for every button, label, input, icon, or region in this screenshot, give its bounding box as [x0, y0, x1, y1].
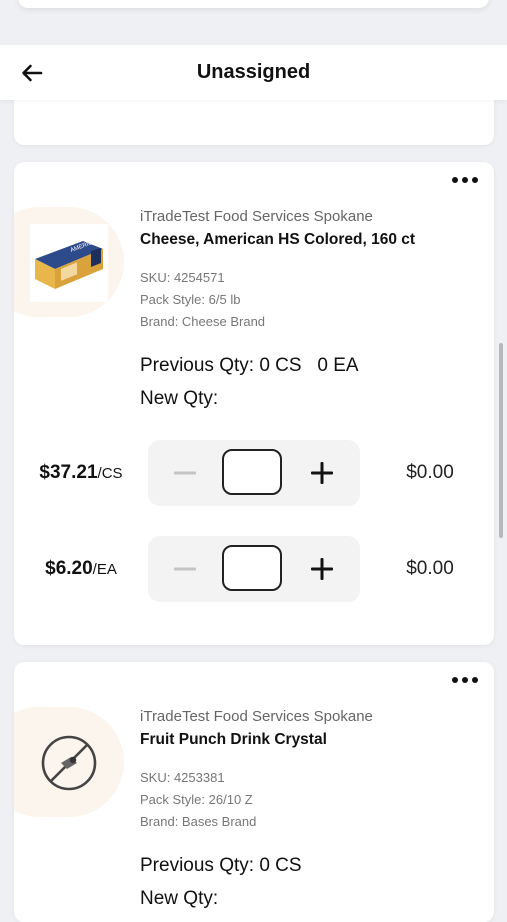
product-name: Fruit Punch Drink Crystal [140, 731, 327, 748]
pack-style-text: Pack Style: 6/5 lb [140, 292, 241, 307]
scrollbar[interactable] [499, 343, 503, 538]
product-card: iTradeTest Food Services Spokane Fruit P… [14, 662, 494, 922]
quantity-input[interactable] [222, 545, 282, 591]
plus-icon [311, 462, 333, 484]
product-info: iTradeTest Food Services Spokane Fruit P… [140, 708, 484, 833]
cheese-box-icon: AMERICAN [35, 237, 103, 289]
plus-icon [311, 558, 333, 580]
no-image-icon [41, 735, 97, 791]
previous-card-peek [18, 0, 489, 8]
dot-icon [452, 177, 458, 183]
page-title: Unassigned [196, 61, 311, 83]
price-row-cs: $37.21/CS $0.00 [14, 440, 494, 506]
product-name: Cheese, American HS Colored, 160 ct [140, 231, 416, 248]
new-qty-label: New Qty: [140, 888, 219, 909]
app-header: Unassigned [0, 45, 507, 100]
sku-text: SKU: 4253381 [140, 770, 225, 785]
increment-button[interactable] [306, 553, 338, 585]
pack-style-text: Pack Style: 26/10 Z [140, 792, 253, 807]
product-image-placeholder[interactable] [30, 724, 108, 802]
dot-icon [472, 177, 478, 183]
product-meta: SKU: 4253381 Pack Style: 26/10 Z Brand: … [140, 767, 484, 833]
decrement-button[interactable] [169, 457, 201, 489]
decrement-button[interactable] [169, 553, 201, 585]
brand-text: Brand: Bases Brand [140, 814, 257, 829]
vendor-name: iTradeTest Food Services Spokane [140, 208, 373, 225]
quantity-stepper [148, 536, 360, 602]
more-options-button[interactable] [452, 674, 478, 686]
product-info: iTradeTest Food Services Spokane Cheese,… [140, 208, 484, 333]
price-unit: /CS [97, 464, 123, 482]
dot-icon [472, 677, 478, 683]
vendor-name: iTradeTest Food Services Spokane [140, 708, 373, 725]
increment-button[interactable] [306, 457, 338, 489]
previous-qty: Previous Qty: 0 CS 0 EA [140, 355, 359, 376]
price-value: $37.21 [39, 462, 98, 483]
dot-icon [452, 677, 458, 683]
more-options-button[interactable] [452, 174, 478, 186]
unit-price: $37.21/CS [14, 440, 148, 506]
product-meta: SKU: 4254571 Pack Style: 6/5 lb Brand: C… [140, 267, 484, 333]
quantity-stepper [148, 440, 360, 506]
new-qty-label: New Qty: [140, 388, 219, 409]
minus-icon [174, 471, 196, 475]
quantity-input[interactable] [222, 449, 282, 495]
previous-qty: Previous Qty: 0 CS [140, 855, 302, 876]
line-total: $0.00 [406, 462, 454, 483]
unit-price: $6.20/EA [14, 536, 148, 602]
price-row-ea: $6.20/EA $0.00 [14, 536, 494, 602]
minus-icon [174, 567, 196, 571]
dot-icon [462, 177, 468, 183]
price-value: $6.20 [45, 558, 93, 579]
sku-text: SKU: 4254571 [140, 270, 225, 285]
dot-icon [462, 677, 468, 683]
price-unit: /EA [92, 560, 117, 578]
product-card: AMERICAN iTradeTest Food Services Spokan… [14, 162, 494, 645]
brand-text: Brand: Cheese Brand [140, 314, 266, 329]
line-total: $0.00 [406, 558, 454, 579]
product-image[interactable]: AMERICAN [30, 224, 108, 302]
